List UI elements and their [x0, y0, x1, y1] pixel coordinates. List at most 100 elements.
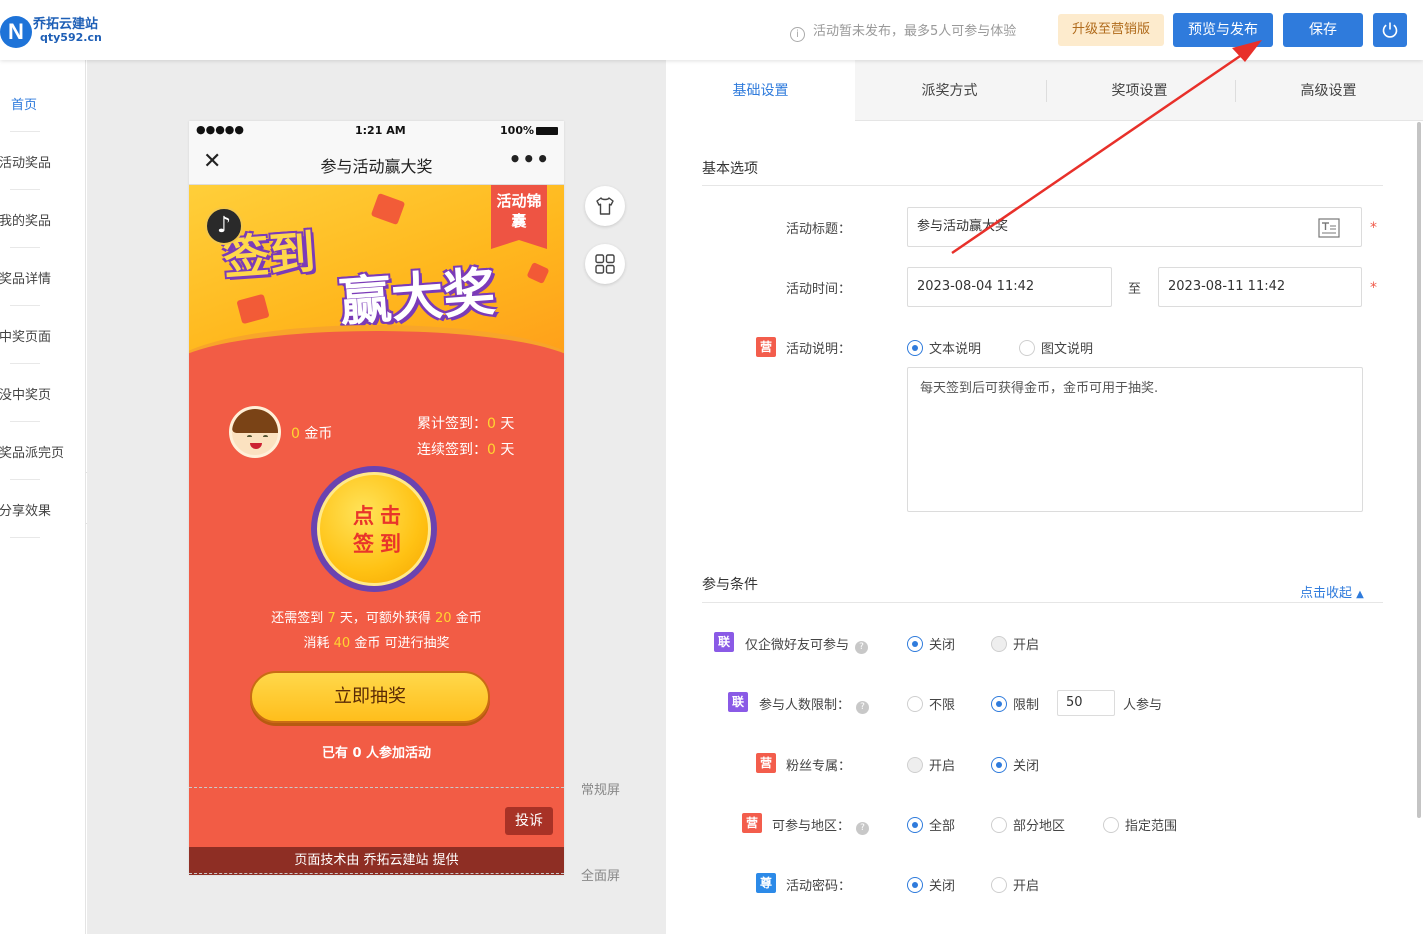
- logout-button[interactable]: [1373, 13, 1407, 47]
- tab-award-method[interactable]: 派奖方式: [855, 60, 1044, 121]
- nav-item-prizes[interactable]: 活动奖品: [0, 132, 86, 190]
- components-button[interactable]: [585, 244, 625, 284]
- radio-unchecked-icon: [991, 877, 1007, 893]
- region-partial-radio[interactable]: 部分地区: [991, 815, 1065, 834]
- text-format-icon[interactable]: [1318, 218, 1340, 238]
- tip-text: 还需签到: [271, 611, 324, 626]
- shirt-icon: [596, 197, 614, 215]
- wechat-friends-off-radio[interactable]: 关闭: [907, 634, 955, 653]
- start-time-input[interactable]: 2023-08-04 11:42: [907, 267, 1112, 307]
- theme-button[interactable]: [585, 186, 625, 226]
- desc-rich-radio[interactable]: 图文说明: [1019, 338, 1093, 357]
- nav-item-home[interactable]: 首页: [0, 74, 86, 132]
- continuous-sign-row: 连续签到：0 天: [417, 437, 514, 463]
- day-unit: 天: [500, 442, 515, 458]
- fans-only-off-radio[interactable]: 关闭: [991, 755, 1039, 774]
- radio-checked-icon: [991, 757, 1007, 773]
- preview-publish-button[interactable]: 预览与发布: [1173, 13, 1273, 47]
- time-label: 活动时间：: [786, 282, 852, 297]
- tab-prize-settings[interactable]: 奖项设置: [1045, 60, 1234, 121]
- limit-unlimited-radio[interactable]: 不限: [907, 694, 955, 713]
- nav-item-share[interactable]: 分享效果: [0, 480, 86, 538]
- activity-tips-ribbon[interactable]: 活动锦囊: [491, 185, 547, 249]
- section-divider: [702, 185, 1383, 186]
- required-mark: *: [1370, 280, 1377, 296]
- sign-in-button[interactable]: 点击 签到: [311, 466, 437, 592]
- radio-label: 关闭: [929, 879, 956, 894]
- required-mark: *: [1370, 220, 1377, 236]
- nav-item-my-prizes[interactable]: 我的奖品: [0, 190, 86, 248]
- complain-button[interactable]: 投诉: [505, 807, 553, 835]
- music-icon[interactable]: ♪: [205, 207, 243, 245]
- limit-limited-radio[interactable]: 限制: [991, 694, 1039, 713]
- region-label: 可参与地区：?: [772, 815, 870, 835]
- power-icon: [1382, 22, 1398, 38]
- tip-text: 金币 可进行抽奖: [354, 636, 450, 651]
- label-text: 参与人数限制：: [759, 698, 851, 713]
- notice-text: 活动暂未发布，最多5人可参与体验: [813, 24, 1017, 39]
- nav-item-win-page[interactable]: 中奖页面: [0, 306, 86, 364]
- title-input[interactable]: 参与活动赢大奖: [907, 207, 1362, 247]
- tab-advanced[interactable]: 高级设置: [1234, 60, 1423, 121]
- nav-item-prize-detail[interactable]: 奖品详情: [0, 248, 86, 306]
- banner-wave: [189, 325, 564, 360]
- logo-mark: N: [0, 16, 32, 48]
- page-nav: 首页 活动奖品 我的奖品 奖品详情 中奖页面 没中奖页 奖品派完页 分享效果: [0, 60, 86, 934]
- desc-text-radio[interactable]: 文本说明: [907, 338, 981, 357]
- coin-balance: 0 金币: [291, 423, 332, 443]
- phone-footer: 页面技术由 乔拓云建站 提供: [189, 847, 564, 875]
- radio-label: 开启: [929, 759, 956, 774]
- tip-text: 消耗: [303, 636, 330, 651]
- radio-unchecked-icon: [1103, 817, 1119, 833]
- wechat-friends-on-radio[interactable]: 开启: [991, 634, 1039, 653]
- upgrade-button[interactable]: 升级至营销版: [1058, 14, 1164, 46]
- draw-now-button[interactable]: 立即抽奖: [250, 671, 490, 723]
- sign-in-button-face: 点击 签到: [317, 472, 431, 586]
- radio-checked-icon: [991, 696, 1007, 712]
- tab-basic[interactable]: 基础设置: [666, 60, 855, 122]
- full-screen-line: [189, 873, 564, 874]
- avatar-eye: [263, 435, 268, 438]
- radio-disabled-icon: [907, 757, 923, 773]
- section-divider: [702, 602, 1383, 603]
- avatar: [229, 406, 281, 458]
- gift-decoration: [236, 293, 270, 325]
- sign-reward-tip: 还需签到 7 天，可额外获得 20 金币: [189, 607, 564, 626]
- region-range-radio[interactable]: 指定范围: [1103, 815, 1177, 834]
- fans-only-on-radio[interactable]: 开启: [907, 755, 955, 774]
- desc-textarea[interactable]: 每天签到后可获得金币，金币可用于抽奖.: [907, 367, 1363, 512]
- nav-label: 奖品详情: [0, 272, 52, 287]
- basic-section-title: 基本选项: [702, 161, 758, 177]
- publish-notice: i 活动暂未发布，最多5人可参与体验: [790, 20, 1016, 42]
- help-icon[interactable]: ?: [856, 822, 870, 835]
- title-label: 活动标题：: [786, 222, 852, 237]
- help-icon[interactable]: ?: [855, 641, 869, 654]
- day-unit: 天: [500, 416, 515, 432]
- nav-label: 首页: [11, 98, 38, 113]
- end-time-input[interactable]: 2023-08-11 11:42: [1158, 267, 1362, 307]
- total-sign-label: 累计签到：: [417, 416, 487, 432]
- save-button[interactable]: 保存: [1283, 13, 1363, 47]
- panel-scrollbar[interactable]: [1417, 122, 1421, 818]
- radio-checked-icon: [907, 817, 923, 833]
- status-time: 1:21 AM: [355, 124, 406, 137]
- avatar-mouth: [250, 443, 262, 449]
- password-off-radio[interactable]: 关闭: [907, 875, 955, 894]
- draw-cost-tip: 消耗 40 金币 可进行抽奖: [189, 632, 564, 651]
- nav-item-sold-out-page[interactable]: 奖品派完页: [0, 422, 86, 480]
- help-icon[interactable]: ?: [856, 701, 870, 714]
- radio-checked-icon: [907, 877, 923, 893]
- radio-label: 指定范围: [1125, 819, 1178, 834]
- collapse-link[interactable]: 点击收起 ▲: [1300, 582, 1364, 601]
- radio-unchecked-icon: [991, 817, 1007, 833]
- region-all-radio[interactable]: 全部: [907, 815, 955, 834]
- signal-icon: ●●●●●: [196, 123, 244, 136]
- password-on-radio[interactable]: 开启: [991, 875, 1039, 894]
- nav-item-lose-page[interactable]: 没中奖页: [0, 364, 86, 422]
- logo[interactable]: N 乔拓云建站 qty592.cn: [0, 10, 120, 50]
- more-icon[interactable]: •••: [509, 147, 550, 171]
- phone-status-bar: ●●●●● 1:21 AM 100%: [189, 121, 564, 141]
- limit-count-input[interactable]: 50: [1057, 690, 1115, 716]
- total-sign-row: 累计签到：0 天: [417, 411, 514, 437]
- radio-label: 文本说明: [929, 342, 982, 357]
